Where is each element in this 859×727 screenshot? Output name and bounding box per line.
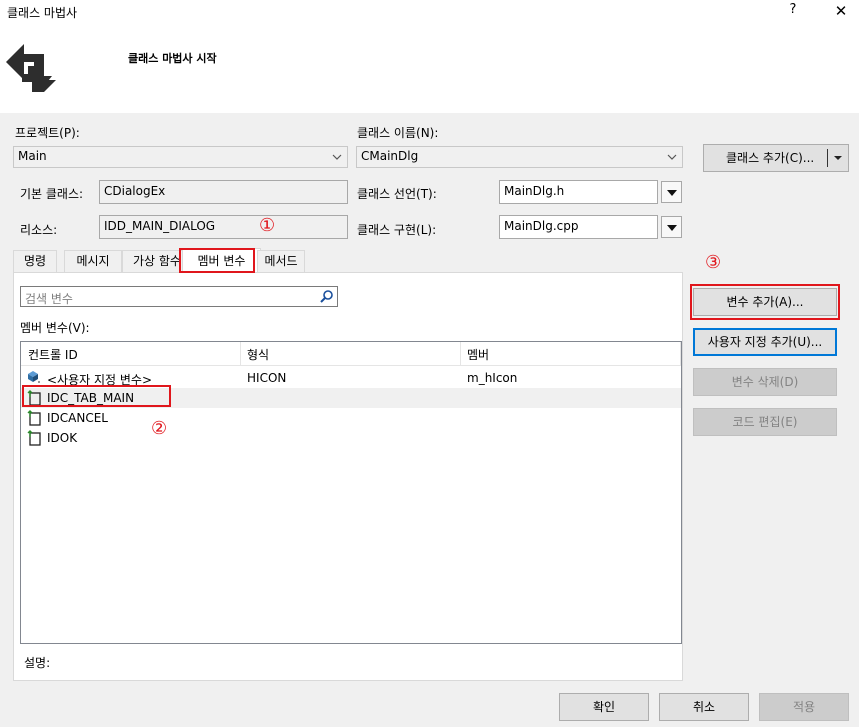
list-header: 컨트롤 ID 형식 멤버: [21, 342, 681, 366]
class-impl-value: MainDlg.cpp: [504, 219, 579, 233]
search-box[interactable]: 검색 변수: [20, 286, 338, 307]
member-cell: m_hIcon: [467, 371, 518, 385]
window-title: 클래스 마법사: [7, 6, 78, 20]
class-decl-field[interactable]: MainDlg.h: [499, 180, 658, 204]
annotation-box-tab: [179, 248, 255, 273]
control-id-icon: [27, 430, 41, 446]
annotation-number-three: ③: [705, 252, 722, 273]
type-cell: HICON: [247, 371, 287, 385]
class-decl-label: 클래스 선언(T):: [357, 187, 437, 201]
column-header-type[interactable]: 형식: [247, 346, 269, 363]
column-separator: [460, 342, 461, 366]
member-variables-label: 멤버 변수(V):: [20, 321, 90, 335]
class-name-value: CMainDlg: [361, 149, 419, 163]
control-id-cell: IDOK: [47, 431, 78, 445]
tab-messages[interactable]: 메시지: [64, 250, 122, 272]
header-title: 클래스 마법사 시작: [128, 52, 217, 65]
resource-value: IDD_MAIN_DIALOG: [104, 219, 216, 233]
annotation-number-one: ①: [259, 215, 276, 236]
column-separator: [680, 342, 681, 366]
search-input[interactable]: 검색 변수: [25, 290, 73, 307]
base-class-value: CDialogEx: [104, 184, 166, 198]
project-label: 프로젝트(P):: [15, 126, 80, 140]
cancel-button[interactable]: 취소: [659, 693, 749, 721]
triangle-down-icon[interactable]: [834, 154, 842, 162]
class-wizard-logo-icon: [6, 44, 56, 92]
column-header-member[interactable]: 멤버: [467, 346, 489, 363]
description-label: 설명:: [24, 656, 51, 670]
add-class-label: 클래스 추가(C)...: [726, 151, 815, 165]
delete-variable-button[interactable]: 변수 삭제(D): [693, 368, 837, 396]
table-row[interactable]: IDCANCEL: [21, 408, 681, 428]
column-separator: [240, 342, 241, 366]
class-impl-dropdown[interactable]: [661, 216, 682, 238]
annotation-number-two: ②: [151, 418, 168, 439]
title-bar: 클래스 마법사 ? ✕: [0, 0, 859, 26]
control-id-icon: [27, 410, 41, 426]
chevron-down-icon: [667, 154, 677, 160]
class-decl-dropdown[interactable]: [661, 181, 682, 203]
search-icon[interactable]: [320, 289, 334, 303]
class-name-combo[interactable]: CMainDlg: [356, 146, 683, 168]
add-class-button[interactable]: 클래스 추가(C)...: [703, 144, 849, 172]
resource-label: 리소스:: [20, 223, 58, 237]
class-impl-label: 클래스 구현(L):: [357, 223, 437, 237]
wizard-header: 클래스 마법사 시작: [0, 26, 859, 113]
split-divider: [827, 149, 828, 167]
class-name-label: 클래스 이름(N):: [357, 126, 439, 140]
column-header-control-id[interactable]: 컨트롤 ID: [28, 346, 78, 363]
base-class-field: CDialogEx: [99, 180, 348, 204]
annotation-box-row: [22, 385, 171, 407]
annotation-box-button: [690, 284, 840, 320]
control-id-cell: IDCANCEL: [47, 411, 108, 425]
triangle-down-icon: [667, 225, 677, 231]
table-row[interactable]: IDOK: [21, 428, 681, 448]
class-decl-value: MainDlg.h: [504, 184, 565, 198]
chevron-down-icon: [332, 154, 342, 160]
ok-button[interactable]: 확인: [559, 693, 649, 721]
close-button[interactable]: ✕: [830, 2, 852, 22]
tab-methods[interactable]: 메서드: [257, 250, 305, 272]
triangle-down-icon: [667, 190, 677, 196]
tab-commands[interactable]: 명령: [13, 250, 57, 272]
edit-code-button[interactable]: 코드 편집(E): [693, 408, 837, 436]
apply-button[interactable]: 적용: [759, 693, 849, 721]
project-combo[interactable]: Main: [13, 146, 348, 168]
add-custom-button[interactable]: 사용자 지정 추가(U)...: [693, 328, 837, 356]
project-value: Main: [18, 149, 47, 163]
base-class-label: 기본 클래스:: [20, 187, 84, 201]
help-button[interactable]: ?: [782, 2, 804, 22]
class-impl-field[interactable]: MainDlg.cpp: [499, 215, 658, 239]
custom-variable-icon: [28, 371, 40, 383]
resource-field: IDD_MAIN_DIALOG: [99, 215, 348, 239]
